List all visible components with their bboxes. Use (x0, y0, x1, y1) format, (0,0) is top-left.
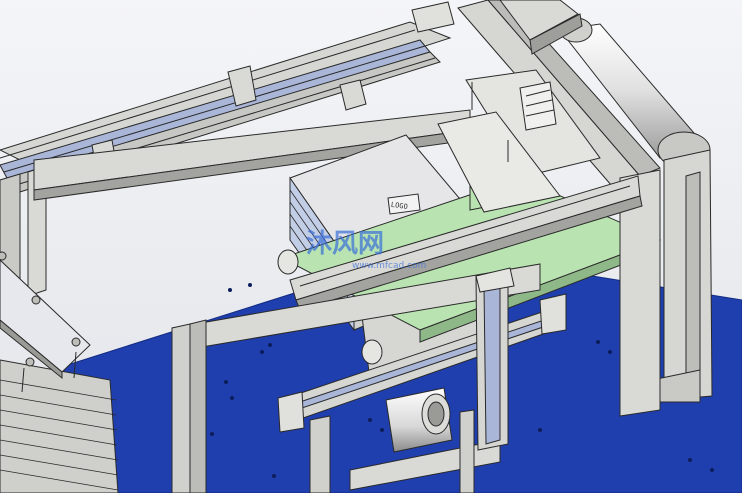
servo-motor (385, 387, 453, 453)
watermark-main-text: 沐风网 (306, 229, 384, 259)
watermark-url-text: www.mfcad.com (352, 261, 426, 271)
cad-viewport: LOGO 沐风网 www.mfcad.com (0, 0, 742, 493)
vertical-actuator (475, 267, 515, 451)
